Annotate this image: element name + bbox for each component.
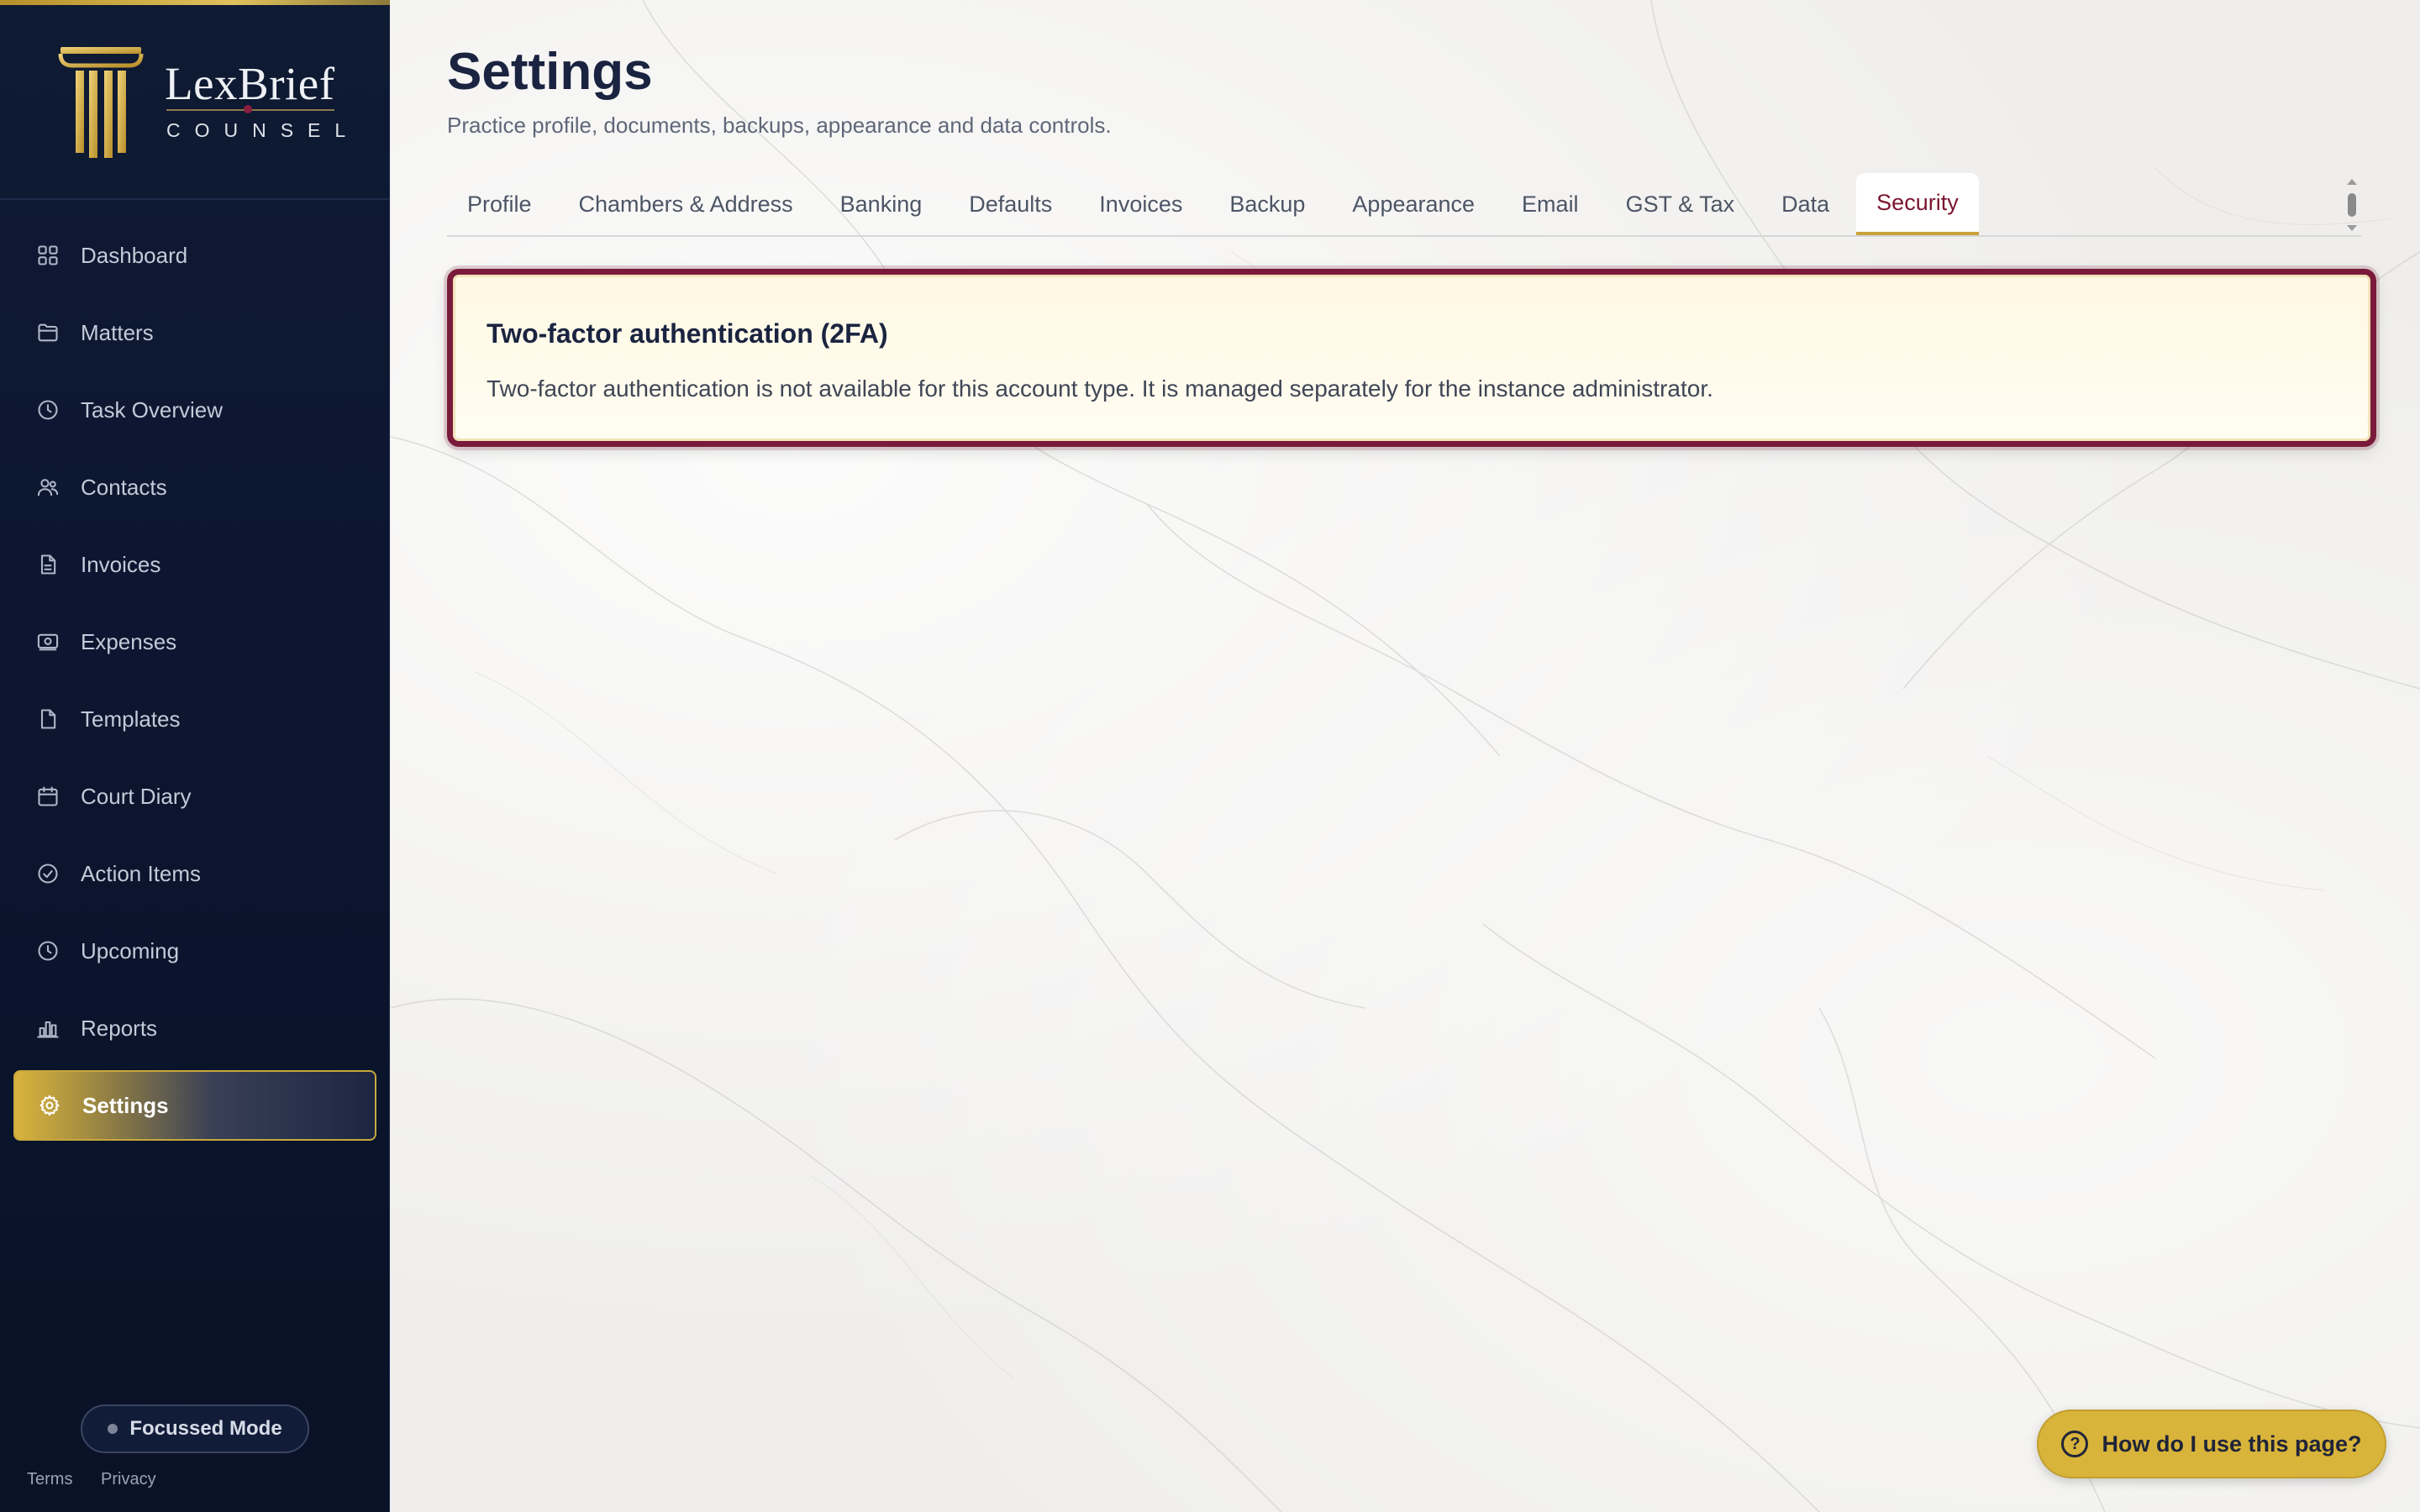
brand-dot	[244, 105, 252, 113]
sidebar-item-reports[interactable]: Reports	[13, 993, 376, 1063]
help-button[interactable]: ? How do I use this page?	[2037, 1410, 2386, 1478]
privacy-link[interactable]: Privacy	[101, 1470, 156, 1488]
sidebar-item-label: Upcoming	[81, 937, 180, 963]
banknote-icon	[35, 629, 60, 654]
file-text-icon	[35, 552, 60, 577]
sidebar-item-expenses[interactable]: Expenses	[13, 606, 376, 677]
brand-name: LexBrief	[165, 58, 335, 109]
tab-invoices[interactable]: Invoices	[1079, 173, 1202, 235]
status-dot-icon	[108, 1424, 118, 1434]
tab-appearance[interactable]: Appearance	[1332, 173, 1495, 235]
tab-backup[interactable]: Backup	[1209, 173, 1325, 235]
page-title: Settings	[447, 43, 653, 101]
gear-icon	[37, 1093, 62, 1118]
sidebar-item-action-items[interactable]: Action Items	[13, 838, 376, 909]
help-button-label: How do I use this page?	[2102, 1431, 2362, 1457]
question-circle-icon: ?	[2061, 1431, 2089, 1457]
card-description: Two-factor authentication is not availab…	[487, 375, 1713, 402]
tab-data[interactable]: Data	[1761, 173, 1849, 235]
tab-gst-tax[interactable]: GST & Tax	[1606, 173, 1755, 235]
sidebar-item-label: Contacts	[81, 474, 167, 500]
sidebar-item-dashboard[interactable]: Dashboard	[13, 220, 376, 291]
sidebar-item-label: Dashboard	[81, 242, 188, 268]
sidebar-item-label: Settings	[82, 1092, 169, 1118]
tab-defaults[interactable]: Defaults	[949, 173, 1072, 235]
tab-chambers-address[interactable]: Chambers & Address	[559, 173, 813, 235]
sidebar-item-task-overview[interactable]: Task Overview	[13, 375, 376, 445]
file-icon	[35, 706, 60, 732]
sidebar-item-upcoming[interactable]: Upcoming	[13, 916, 376, 986]
bar-chart-icon	[35, 1016, 60, 1041]
sidebar-item-settings[interactable]: Settings	[13, 1070, 376, 1141]
pillar-logo-icon	[58, 47, 144, 158]
main-content: Settings Practice profile, documents, ba…	[391, 0, 2420, 1512]
grid-icon	[35, 243, 60, 268]
focused-mode-label: Focussed Mode	[129, 1417, 282, 1440]
calendar-icon	[35, 784, 60, 809]
sidebar-nav: Dashboard Matters Task Overview Contacts…	[13, 220, 376, 1147]
sidebar-item-invoices[interactable]: Invoices	[13, 529, 376, 600]
brand-logo[interactable]: LexBrief COUNSEL	[57, 42, 345, 163]
check-circle-icon	[35, 861, 60, 886]
tab-profile[interactable]: Profile	[447, 173, 552, 235]
focused-mode-button[interactable]: Focussed Mode	[81, 1404, 309, 1453]
clock-icon	[35, 397, 60, 423]
two-factor-card: Two-factor authentication (2FA) Two-fact…	[447, 269, 2376, 447]
sidebar-item-label: Matters	[81, 319, 154, 345]
terms-link[interactable]: Terms	[27, 1470, 72, 1488]
users-icon	[35, 475, 60, 500]
sidebar: LexBrief COUNSEL Dashboard Matters Task …	[0, 0, 390, 1512]
sidebar-item-contacts[interactable]: Contacts	[13, 452, 376, 522]
sidebar-item-label: Court Diary	[81, 783, 192, 809]
sidebar-footer: Terms Privacy	[27, 1470, 180, 1489]
sidebar-item-label: Reports	[81, 1015, 158, 1041]
sidebar-item-label: Action Items	[81, 860, 202, 886]
sidebar-item-label: Task Overview	[81, 396, 224, 423]
sidebar-item-label: Expenses	[81, 628, 177, 654]
sidebar-item-templates[interactable]: Templates	[13, 684, 376, 754]
clock-icon	[35, 938, 60, 963]
settings-tabs: Profile Chambers & Address Banking Defau…	[447, 173, 2361, 237]
page-subtitle: Practice profile, documents, backups, ap…	[447, 113, 1112, 138]
sidebar-item-label: Templates	[81, 706, 181, 732]
sidebar-item-court-diary[interactable]: Court Diary	[13, 761, 376, 832]
tabs-scrollbar[interactable]	[2343, 176, 2361, 235]
folder-icon	[35, 320, 60, 345]
tab-security[interactable]: Security	[1856, 173, 1979, 235]
card-title: Two-factor authentication (2FA)	[487, 318, 888, 349]
sidebar-item-label: Invoices	[81, 551, 161, 577]
sidebar-item-matters[interactable]: Matters	[13, 297, 376, 368]
sidebar-divider	[0, 198, 390, 200]
tab-email[interactable]: Email	[1502, 173, 1599, 235]
brand-subtitle: COUNSEL	[166, 119, 360, 141]
tab-banking[interactable]: Banking	[820, 173, 943, 235]
